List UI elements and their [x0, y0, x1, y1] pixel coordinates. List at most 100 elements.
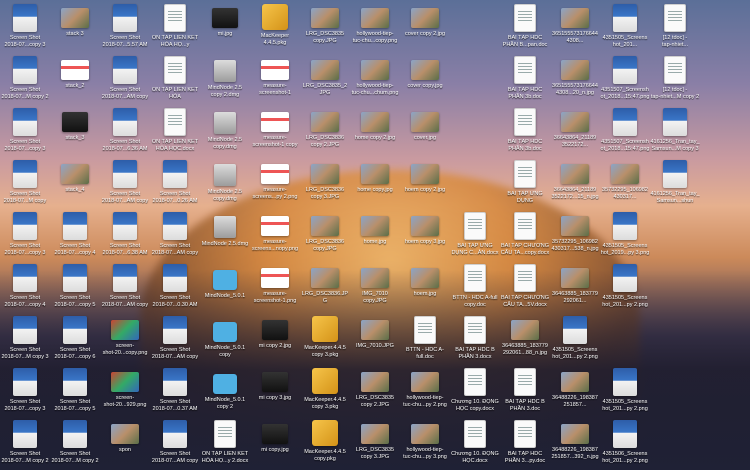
desktop-file-icon[interactable]: hollywood-tiep- tuc-chu...chum.png [350, 52, 400, 104]
desktop-file-icon[interactable]: screen- shot-20...929.png [100, 364, 150, 416]
desktop-file-icon[interactable]: 4351506_Screens hot_201...py 2.png [600, 416, 650, 468]
desktop-file-icon[interactable]: MacKeeper.4.4.5 copy.pkg [300, 416, 350, 468]
desktop-file-icon[interactable]: 365155573176644 4308... [550, 0, 600, 52]
desktop-file-icon[interactable]: Screen Shot 2018-07...AM copy [150, 416, 200, 468]
desktop-file-icon[interactable]: Chương 10. ĐỘNG HỌC copy.docx [450, 364, 500, 416]
desktop-file-icon[interactable]: 36463885_183779 292061...88_n.jpg [500, 312, 550, 364]
desktop-file-icon[interactable]: BTTN - HDC A-full copy.doc [450, 260, 500, 312]
desktop-file-icon[interactable]: Screen Shot 2018-07...M copy 3 [0, 312, 50, 364]
desktop-file-icon[interactable]: 4351505_Screens hot_201... [600, 0, 650, 52]
desktop-file-icon[interactable]: stack_4 [50, 156, 100, 208]
desktop-file-icon[interactable]: stack_3 [50, 104, 100, 156]
desktop-file-icon[interactable]: home copy.jpg [350, 156, 400, 208]
desktop-file-icon[interactable]: MindNode 2.5 copy.dmg [200, 156, 250, 208]
desktop-file-icon[interactable]: hollywood-tiep- tuc-chu...py 2.png [400, 364, 450, 416]
desktop-file-icon[interactable]: mi copy 2.jpg [250, 312, 300, 364]
desktop-file-icon[interactable]: hoem.jpg [400, 260, 450, 312]
desktop-file-icon[interactable]: LRG_DSC3836.JP G [300, 260, 350, 312]
desktop-file-icon[interactable]: Screen Shot 2018-07...copy 3 [0, 104, 50, 156]
desktop-file-icon[interactable]: 4161256_Tran_tay_ Samsun...shun 20...py … [650, 156, 700, 208]
desktop-file-icon[interactable]: measure- screenshot-1 copy [250, 104, 300, 156]
desktop-file-icon[interactable]: hoem copy 2.jpg [400, 156, 450, 208]
desktop-file-icon[interactable]: ÔN TẬP LIÊN KẾT HÓA HỌC.docx [150, 104, 200, 156]
desktop-file-icon[interactable]: Screen Shot 2018-07...0.30 AM [150, 260, 200, 312]
desktop-file-icon[interactable]: 4351505_Screens hot_201...py 2.png [550, 312, 600, 364]
desktop-file-icon[interactable]: Screen Shot 2018-07...copy 6 [50, 312, 100, 364]
desktop-file-icon[interactable]: mi.jpg [200, 0, 250, 52]
desktop-file-icon[interactable]: 4351507_Screensh ot_2018...15:47.png [600, 52, 650, 104]
desktop-file-icon[interactable]: BÀI TẬP CHƯƠNG CẤU TA...copy.docx [500, 208, 550, 260]
desktop-file-icon[interactable]: LRG_DSC3836 copy 3.JPG [300, 156, 350, 208]
desktop-file-icon[interactable]: MacKeeper.4.4.5 copy 3.pkg [300, 364, 350, 416]
desktop-file-icon[interactable]: MindNode_5.0.1 copy [200, 312, 250, 364]
desktop-file-icon[interactable]: home.jpg [350, 208, 400, 260]
desktop-file-icon[interactable]: LRG_DSC3836 copy.JPG [300, 208, 350, 260]
desktop-file-icon[interactable]: 36643864_21189 3522172...15_n.jpg [550, 156, 600, 208]
desktop-file-icon[interactable]: 36488226_198387 251857...392_n.jpg [550, 416, 600, 468]
desktop-file-icon[interactable]: 365155573176644 4308...20_n.jpg [550, 52, 600, 104]
desktop-file-icon[interactable]: MacKeeper 4.4.5.pkg [250, 0, 300, 52]
desktop-file-icon[interactable]: Chương 10. ĐỘNG HỌC.docx [450, 416, 500, 468]
desktop-file-icon[interactable]: MindNode 2.5 copy 2.dmg [200, 52, 250, 104]
desktop-file-icon[interactable]: BÀI TẬP HDC PHẦN B...pan.doc [500, 0, 550, 52]
desktop-file-icon[interactable]: Screen Shot 2018-07...copy 5 [50, 364, 100, 416]
desktop-file-icon[interactable]: MindNode_5.0.1 copy 2 [200, 364, 250, 416]
desktop-file-icon[interactable]: BÀI TẬP HDC B PHẦN 3.docx [450, 312, 500, 364]
desktop-file-icon[interactable]: Screen Shot 2018-07...copy 4 [50, 208, 100, 260]
desktop-file-icon[interactable]: Screen Shot 2018-07...AM copy [100, 156, 150, 208]
desktop-file-icon[interactable]: MacKeeper.4.4.5 copy 3.pkg [300, 312, 350, 364]
desktop-file-icon[interactable]: Screen Shot 2018-07...6.36 AM [100, 104, 150, 156]
desktop-file-icon[interactable]: 4161256_Tran_tay_ Samsun...M copy 3 [650, 104, 700, 156]
desktop-file-icon[interactable]: [12 tdoc] - tap-nhiet... [650, 0, 700, 52]
desktop-file-icon[interactable]: 36488226_198387 251857... [550, 364, 600, 416]
desktop-file-icon[interactable]: Screen Shot 2018-07...5.57 AM [100, 0, 150, 52]
desktop-file-icon[interactable]: Screen Shot 2018-07...6.38 AM [100, 208, 150, 260]
desktop-file-icon[interactable]: MindNode 2.5 copy.dmg [200, 104, 250, 156]
desktop-file-icon[interactable]: BÀI TẬP ỨNG DỤNG C...copy.docx [500, 156, 550, 208]
desktop-file-icon[interactable]: measure- screens...nopy.png [250, 208, 300, 260]
desktop-file-icon[interactable]: hollywood-tiep- tuc-chu...py 3.png [400, 416, 450, 468]
desktop-file-icon[interactable]: Screen Shot 2018-07...copy 3 [0, 0, 50, 52]
desktop-file-icon[interactable]: 35732295_106982 430317...538_n.jpg [550, 208, 600, 260]
desktop-file-icon[interactable]: MindNode_5.0.1 [200, 260, 250, 312]
desktop-file-icon[interactable]: mi copy 3.jpg [250, 364, 300, 416]
desktop-file-icon[interactable]: BÀI TẬP HDC B PHẦN 3.doc [500, 364, 550, 416]
desktop-file-icon[interactable]: LRG_DSC3836 copy 2.JPG [300, 104, 350, 156]
desktop-file-icon[interactable]: Screen Shot 2018-07...copy 3 [0, 364, 50, 416]
desktop-file-icon[interactable]: Screen Shot 2018-07...M copy 2 [50, 416, 100, 468]
desktop-file-icon[interactable]: MindNode 2.5.dmg [200, 208, 250, 260]
desktop-file-icon[interactable]: stack 3 [50, 0, 100, 52]
desktop-file-icon[interactable]: cover copy 2.jpg [400, 0, 450, 52]
desktop-file-icon[interactable]: stack_2 [50, 52, 100, 104]
desktop-file-icon[interactable]: cover copy.jpg [400, 52, 450, 104]
desktop-file-icon[interactable]: BÀI TẬP ỨNG DỤNG C...ÂN.docx [450, 208, 500, 260]
desktop-file-icon[interactable]: Screen Shot 2018-07...AM copy [150, 208, 200, 260]
desktop-file-icon[interactable]: Screen Shot 2018-07...0.26 AM [150, 156, 200, 208]
desktop-file-icon[interactable]: BÀI TẬP HDC PHẦN 3b.doc [500, 104, 550, 156]
desktop-file-icon[interactable]: hoem copy 3.jpg [400, 208, 450, 260]
desktop-file-icon[interactable]: LRG_DSC3835_2 JPG [300, 52, 350, 104]
desktop-file-icon[interactable]: BÀI TẬP HDC PHẦN 3b.doc [500, 52, 550, 104]
desktop-file-icon[interactable]: Screen Shot 2018-07...copy 3 [0, 208, 50, 260]
desktop-file-icon[interactable]: 4351505_Screens hot_201...py 2.png [600, 364, 650, 416]
desktop-file-icon[interactable]: 4351507_Screensh ot_2018...15:47.png [600, 104, 650, 156]
desktop-file-icon[interactable]: hollywood-tiep- tuc-chu...copy.png [350, 0, 400, 52]
desktop-file-icon[interactable]: 36643864_21189 3522172... [550, 104, 600, 156]
desktop-file-icon[interactable]: LRG_DSC3835 copy.JPG [300, 0, 350, 52]
desktop-file-icon[interactable]: 36463885_183779 292061... [550, 260, 600, 312]
desktop-file-icon[interactable]: Screen Shot 2018-07...copy 4 [0, 260, 50, 312]
desktop-file-icon[interactable]: 4351505_Screens hot_2019...py 3.png [600, 208, 650, 260]
desktop-file-icon[interactable]: measure- screens...py 2.png [250, 156, 300, 208]
desktop-file-icon[interactable]: Screen Shot 2018-07...AM copy [150, 312, 200, 364]
desktop-file-icon[interactable]: LRG_DSC3835 copy 2.JPG [350, 364, 400, 416]
desktop-file-icon[interactable]: IMG_7010.JPG [350, 312, 400, 364]
desktop-file-icon[interactable]: BÀI TẬP HDC PHẦN 3...py.doc [500, 416, 550, 468]
desktop-file-icon[interactable]: [12 tdoc] - tap-nhiet...M copy 2 [650, 52, 700, 104]
desktop-file-icon[interactable]: Screen Shot 2018-07...AM copy [100, 260, 150, 312]
desktop-file-icon[interactable]: Screen Shot 2018-07...copy 5 [50, 260, 100, 312]
desktop-file-icon[interactable]: measure- screenshot-1 [250, 52, 300, 104]
desktop-file-icon[interactable]: screen- shot-20...copy.png [100, 312, 150, 364]
desktop-file-icon[interactable]: Screen Shot 2018-07...M copy 2 [0, 416, 50, 468]
desktop-file-icon[interactable]: IMG_7010 copy.JPG [350, 260, 400, 312]
desktop-file-icon[interactable]: 35732295_106982 430317... [600, 156, 650, 208]
